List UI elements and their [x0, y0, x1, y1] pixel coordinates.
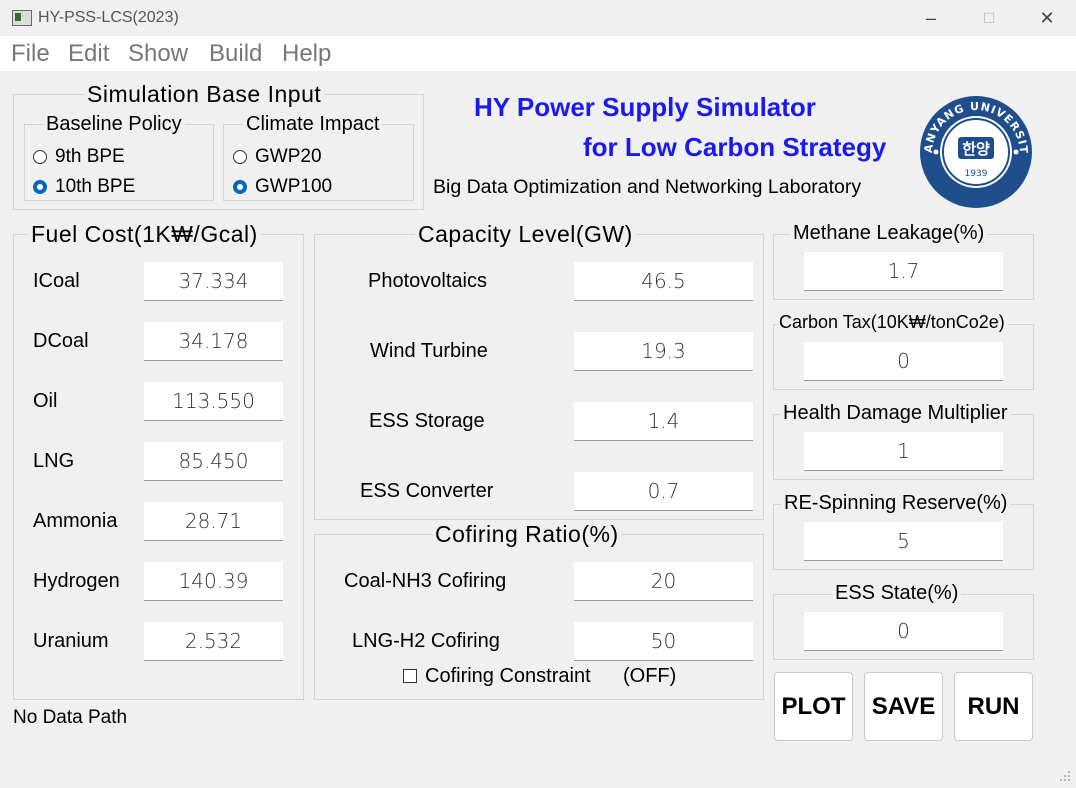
capacity-input-ess-storage[interactable]: 1.4: [574, 402, 753, 441]
ess-state-input[interactable]: 0: [804, 612, 1003, 651]
resize-grip-icon[interactable]: [1058, 769, 1072, 783]
health-damage-input[interactable]: 1: [804, 432, 1003, 471]
menu-file[interactable]: File: [11, 40, 50, 68]
cofiring-constraint-state: (OFF): [623, 665, 677, 687]
university-logo: HANYANG UNIVERSITY 한양 1939: [913, 84, 1034, 210]
carbon-tax-label: Carbon Tax(10K₩/tonCo2e): [776, 312, 1008, 333]
plot-button[interactable]: PLOT: [774, 672, 853, 741]
capacity-label-wind: Wind Turbine: [370, 340, 488, 362]
radio-off-icon: [33, 150, 47, 164]
radio-on-icon: [33, 180, 47, 194]
methane-leakage-label: Methane Leakage(%): [790, 222, 988, 245]
window-title: HY-PSS-LCS(2023): [38, 9, 179, 26]
radio-10th-bpe[interactable]: 10th BPE: [33, 176, 135, 198]
radio-on-icon: [233, 180, 247, 194]
fuel-input-lng[interactable]: 85.450: [144, 442, 283, 481]
fuel-label-lng: LNG: [33, 450, 75, 472]
fuel-input-icoal[interactable]: 37.334: [144, 262, 283, 301]
radio-label: 10th BPE: [55, 176, 136, 197]
fuel-label-ammonia: Ammonia: [33, 510, 118, 532]
cofiring-constraint-checkbox[interactable]: [403, 669, 417, 683]
capacity-input-pv[interactable]: 46.5: [574, 262, 753, 301]
cofiring-input-lng-h2[interactable]: 50: [574, 622, 753, 661]
fuel-input-dcoal[interactable]: 34.178: [144, 322, 283, 361]
cofiring-label-lng-h2: LNG-H2 Cofiring: [352, 630, 500, 652]
carbon-tax-input[interactable]: 0: [804, 342, 1003, 381]
methane-leakage-input[interactable]: 1.7: [804, 252, 1003, 291]
app-headline-1: HY Power Supply Simulator: [474, 92, 816, 122]
fuel-label-dcoal: DCoal: [33, 330, 89, 352]
status-text: No Data Path: [13, 707, 128, 728]
capacity-input-wind[interactable]: 19.3: [574, 332, 753, 371]
logo-seal-icon: HANYANG UNIVERSITY 한양 1939: [913, 84, 1032, 208]
logo-year: 1939: [965, 169, 988, 179]
capacity-label-ess-converter: ESS Converter: [360, 480, 494, 502]
close-icon[interactable]: ✕: [1018, 2, 1076, 34]
save-button[interactable]: SAVE: [864, 672, 943, 741]
menu-build[interactable]: Build: [209, 40, 262, 68]
fuel-input-hydrogen[interactable]: 140.39: [144, 562, 283, 601]
radio-label: GWP100: [255, 176, 333, 197]
minimize-icon[interactable]: –: [902, 2, 960, 34]
app-icon: [12, 10, 32, 26]
radio-gwp20[interactable]: GWP20: [233, 146, 322, 168]
cofiring-constraint-label: Cofiring Constraint: [425, 665, 591, 687]
menu-show[interactable]: Show: [128, 40, 188, 68]
fuel-label-uranium: Uranium: [33, 630, 109, 652]
re-spinning-label: RE-Spinning Reserve(%): [781, 492, 1011, 515]
base-input-title: Simulation Base Input: [84, 81, 325, 108]
cofiring-label-coal-nh3: Coal-NH3 Cofiring: [344, 570, 507, 592]
capacity-input-ess-converter[interactable]: 0.7: [574, 472, 753, 511]
fuel-label-hydrogen: Hydrogen: [33, 570, 120, 592]
fuel-label-oil: Oil: [33, 390, 58, 412]
radio-gwp100[interactable]: GWP100: [233, 176, 332, 198]
fuel-input-oil[interactable]: 113.550: [144, 382, 283, 421]
run-button[interactable]: RUN: [954, 672, 1033, 741]
capacity-title: Capacity Level(GW): [415, 221, 636, 248]
fuel-input-uranium[interactable]: 2.532: [144, 622, 283, 661]
radio-label: 9th BPE: [55, 146, 125, 167]
radio-9th-bpe[interactable]: 9th BPE: [33, 146, 125, 168]
lab-name: Big Data Optimization and Networking Lab…: [433, 176, 862, 198]
capacity-label-pv: Photovoltaics: [368, 270, 487, 292]
radio-off-icon: [233, 150, 247, 164]
re-spinning-input[interactable]: 5: [804, 522, 1003, 561]
radio-label: GWP20: [255, 146, 322, 167]
climate-impact-title: Climate Impact: [243, 113, 383, 136]
cofiring-title: Cofiring Ratio(%): [432, 521, 622, 548]
cofiring-input-coal-nh3[interactable]: 20: [574, 562, 753, 601]
maximize-icon[interactable]: ☐: [960, 2, 1018, 34]
app-headline-2: for Low Carbon Strategy: [583, 132, 887, 162]
fuel-cost-title: Fuel Cost(1K₩/Gcal): [28, 221, 261, 248]
capacity-label-ess-storage: ESS Storage: [369, 410, 485, 432]
ess-state-label: ESS State(%): [832, 582, 962, 605]
fuel-label-icoal: ICoal: [33, 270, 80, 292]
menu-help[interactable]: Help: [282, 40, 331, 68]
baseline-policy-title: Baseline Policy: [43, 113, 185, 136]
fuel-input-ammonia[interactable]: 28.71: [144, 502, 283, 541]
health-damage-label: Health Damage Multiplier: [780, 402, 1011, 425]
logo-center-text: 한양: [962, 140, 990, 158]
menu-edit[interactable]: Edit: [68, 40, 109, 68]
